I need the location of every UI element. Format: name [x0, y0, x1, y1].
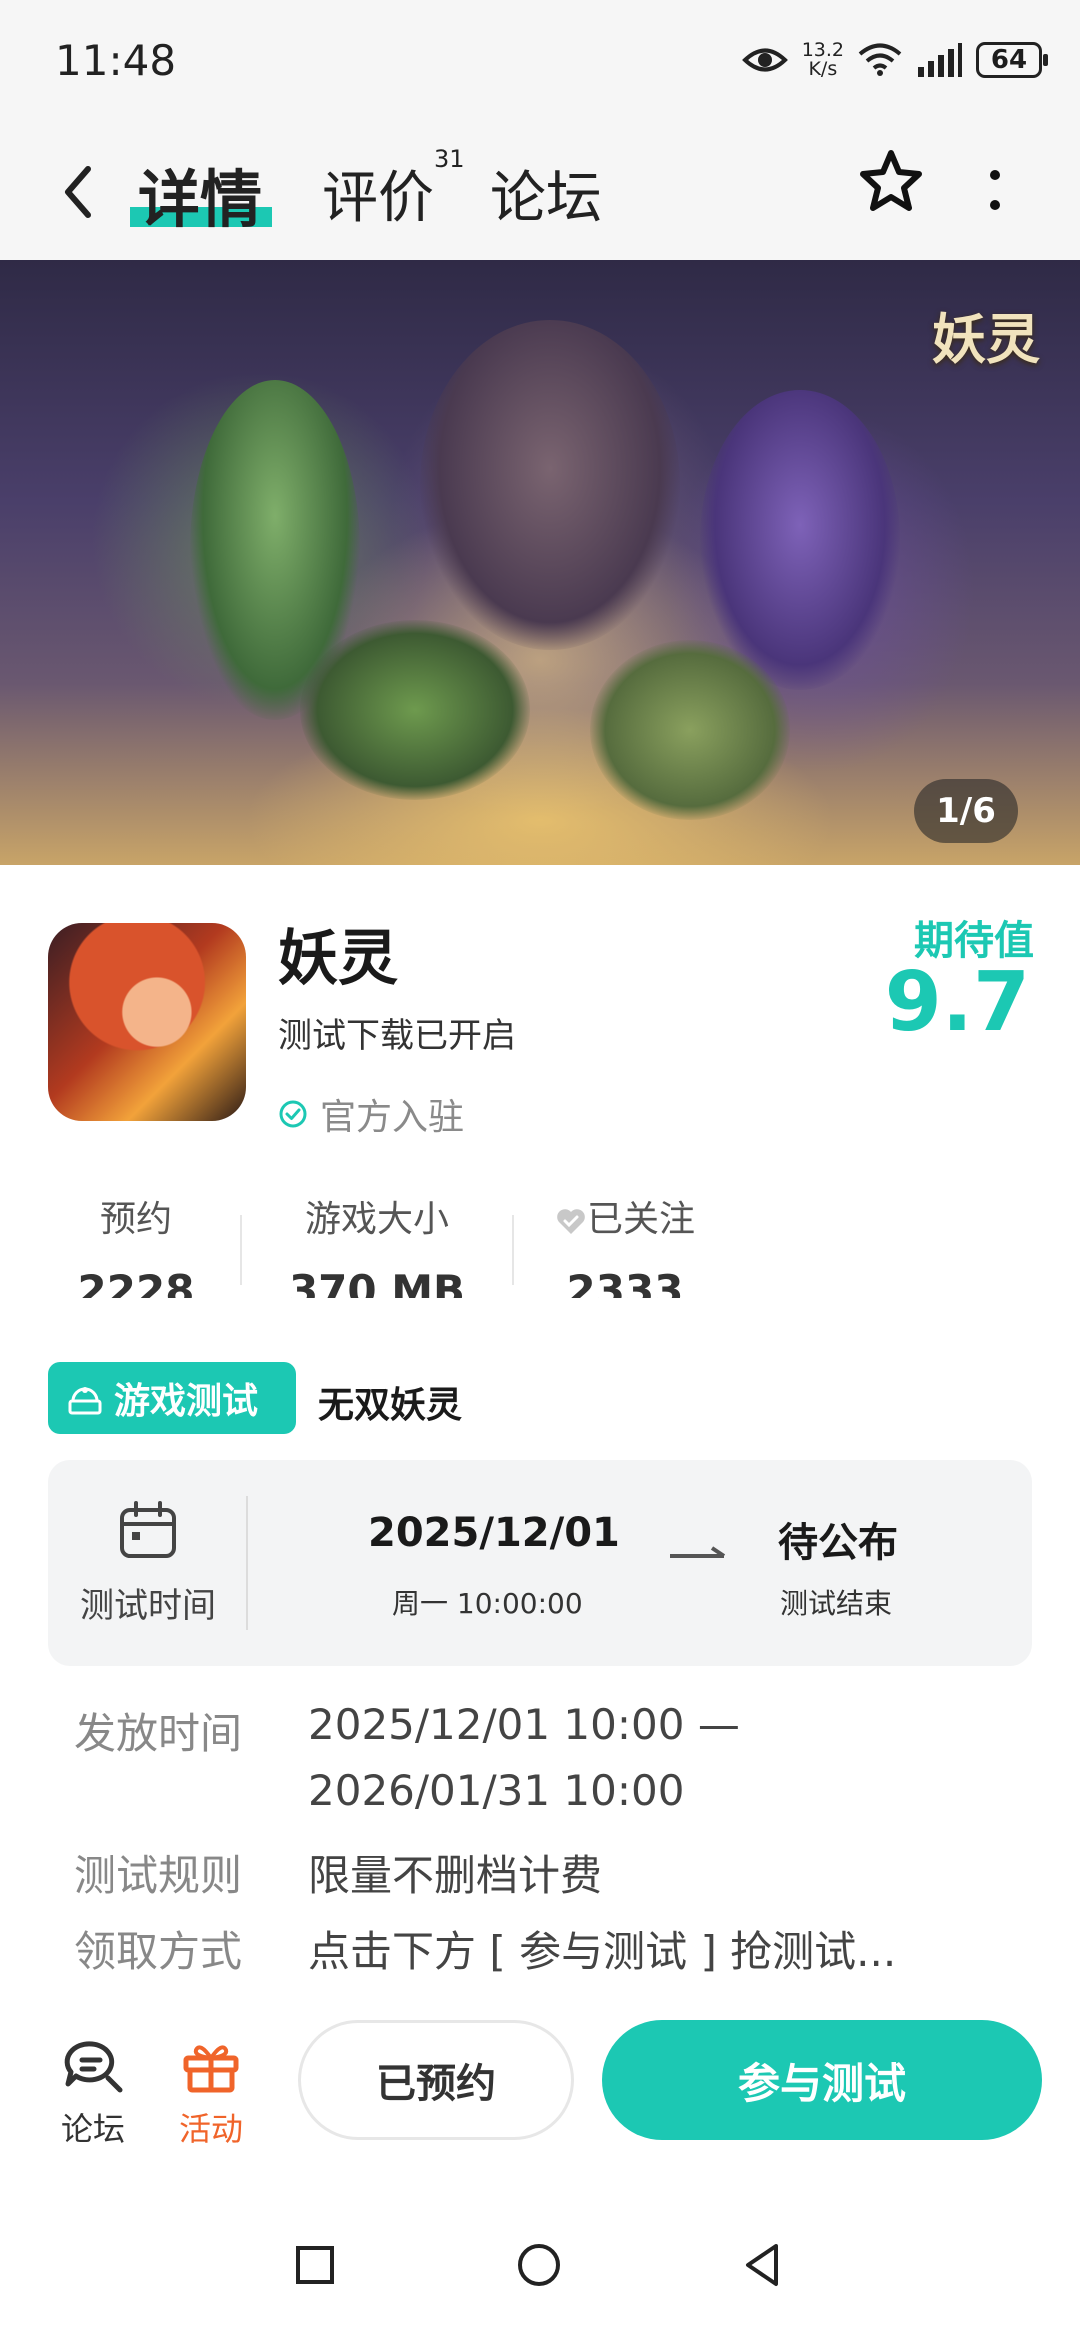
forum-label: 论坛 [60, 2110, 125, 2148]
check-circle-icon [279, 1100, 307, 1128]
app-name: 妖灵 [278, 924, 398, 994]
signal-icon [918, 43, 962, 77]
stat-value: 370 MB [288, 1266, 466, 1298]
stat-value: 2333 [566, 1266, 684, 1298]
test-name: 无双妖灵 [318, 1385, 463, 1426]
wifi-icon [858, 43, 902, 76]
divider [240, 1215, 242, 1285]
arrow-right-icon [670, 1546, 726, 1558]
tab-review-label: 评价 [322, 166, 434, 231]
chat-bubble-icon [64, 2041, 123, 2093]
official-badge: 官方入驻 [278, 1088, 464, 1140]
test-end-sub: 测试结束 [780, 1587, 893, 1620]
banner-character-art [300, 620, 530, 800]
release-time-line: 2026/01/31 10:00 [308, 1766, 685, 1815]
banner-carousel[interactable]: 妖灵 1/6 [0, 260, 1080, 865]
forum-button[interactable]: 论坛 [48, 2038, 138, 2150]
test-rule-value: 限量不删档计费 [308, 1851, 603, 1900]
net-speed-unit: K/s [808, 58, 838, 80]
battery-level: 64 [990, 45, 1028, 75]
reserved-button[interactable]: 已预约 [298, 2020, 574, 2140]
claim-method-value: 点击下方 [ 参与测试 ] 抢测试... [308, 1927, 897, 1976]
app-icon [48, 923, 246, 1121]
system-back-icon[interactable] [738, 2240, 788, 2290]
banner-character-art [590, 640, 790, 820]
test-rule-key: 测试规则 [74, 1851, 243, 1900]
gift-icon [183, 2045, 239, 2093]
tab-review[interactable]: 评价31 [322, 145, 465, 234]
status-time: 11:48 [55, 36, 177, 85]
app-status: 测试下载已开启 [278, 1016, 516, 1056]
test-end-label: 待公布 [778, 1520, 898, 1566]
game-test-tag: 游戏测试 [48, 1362, 296, 1434]
review-count-badge: 31 [434, 145, 465, 174]
net-speed: 13.2 K/s [802, 41, 844, 79]
system-nav-bar [0, 2200, 1080, 2331]
back-arrow-icon[interactable] [58, 157, 98, 227]
banner-counter: 1/6 [914, 779, 1018, 843]
status-icons: 13.2 K/s 64 [741, 30, 1048, 90]
stat-label-row: 已关注 [540, 1190, 710, 1242]
stat-game-size: 游戏大小 370 MB [272, 1190, 482, 1298]
release-time-value: 2025/12/01 10:00 — 2026/01/31 10:00 [308, 1692, 740, 1824]
banner-character-art [700, 390, 900, 690]
claim-method-key: 领取方式 [74, 1927, 243, 1976]
eye-icon [741, 48, 788, 72]
favorite-star-icon[interactable] [856, 147, 926, 217]
release-time-line: 2025/12/01 10:00 — [308, 1700, 740, 1749]
calendar-icon [120, 1501, 176, 1558]
tab-forum[interactable]: 论坛 [490, 153, 602, 234]
test-time-card: 测试时间 2025/12/01 周一 10:00:00 待公布 测试结束 [48, 1460, 1032, 1666]
stat-followers[interactable]: 已关注 2333 [540, 1190, 710, 1298]
banner-character-art [420, 320, 680, 650]
tab-detail[interactable]: 详情 [138, 149, 262, 239]
stat-label: 已关注 [586, 1199, 695, 1240]
heart-check-icon [557, 1209, 585, 1234]
official-label: 官方入驻 [320, 1097, 465, 1138]
stat-reservations: 预约 2228 [66, 1190, 206, 1298]
activity-label: 活动 [178, 2110, 243, 2148]
more-options-icon[interactable] [980, 163, 1010, 223]
test-start-time: 周一 10:00:00 [392, 1587, 583, 1620]
status-bar: 11:48 13.2 K/s 64 [0, 0, 1080, 125]
activity-button[interactable]: 活动 [166, 2038, 256, 2150]
test-start-date: 2025/12/01 [368, 1510, 620, 1556]
divider [246, 1496, 248, 1630]
game-test-tag-label: 游戏测试 [114, 1381, 259, 1422]
divider [512, 1215, 514, 1285]
release-time-key: 发放时间 [74, 1709, 243, 1758]
test-time-label: 测试时间 [80, 1586, 216, 1626]
test-flask-icon [68, 1387, 102, 1415]
battery-indicator: 64 [976, 42, 1048, 78]
stat-label: 预约 [99, 1199, 172, 1240]
stat-value: 2228 [77, 1266, 195, 1298]
recent-apps-icon[interactable] [290, 2240, 340, 2290]
home-icon[interactable] [514, 2240, 564, 2290]
banner-game-logo: 妖灵 [932, 307, 1040, 371]
stat-label: 游戏大小 [304, 1199, 449, 1240]
expect-score: 9.7 [884, 955, 1030, 1050]
join-test-button[interactable]: 参与测试 [602, 2020, 1042, 2140]
nav-header: 详情 评价31 论坛 [0, 125, 1080, 260]
bottom-action-bar: 论坛 活动 已预约 参与测试 [0, 2010, 1080, 2180]
